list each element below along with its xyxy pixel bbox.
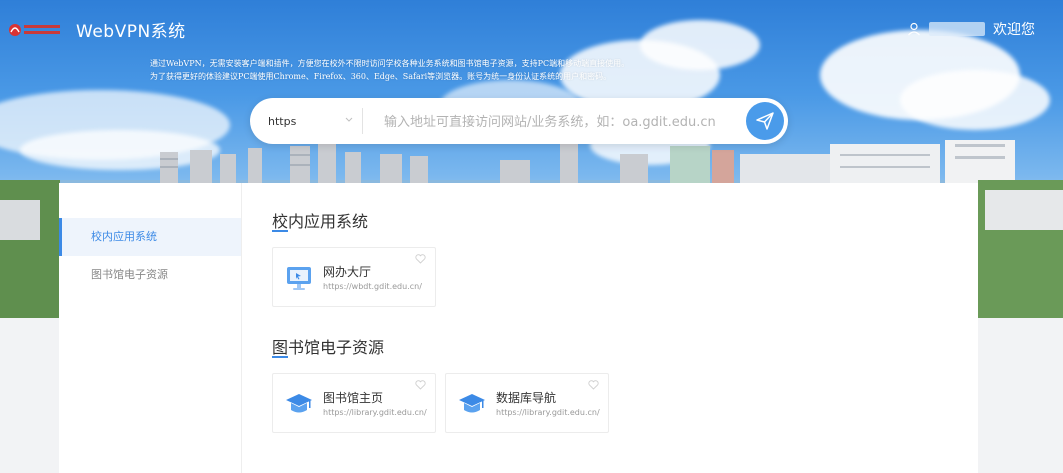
chevron-down-icon xyxy=(345,117,353,122)
user-name-redacted xyxy=(929,22,985,36)
section-title-campus-apps: 校内应用系统 xyxy=(272,212,369,231)
go-button[interactable] xyxy=(746,102,784,140)
app-name: 网办大厅 xyxy=(323,265,372,279)
heart-icon[interactable] xyxy=(415,254,426,264)
app-name: 图书馆主页 xyxy=(323,391,384,405)
divider xyxy=(362,108,363,134)
app-title: WebVPN系统 xyxy=(76,22,186,42)
app-card-library-home[interactable]: 图书馆主页 https://library.gdit.edu.cn/ xyxy=(272,373,436,433)
protocol-value: https xyxy=(268,114,297,128)
top-bar: WebVPN系统 欢迎您 xyxy=(0,0,1063,58)
welcome-text: 欢迎您 xyxy=(993,22,1035,38)
heart-icon[interactable] xyxy=(588,380,599,390)
app-name: 数据库导航 xyxy=(496,391,557,405)
user-menu[interactable]: 欢迎您 xyxy=(907,19,1035,39)
school-logo xyxy=(9,24,60,36)
app-url: https://library.gdit.edu.cn/ xyxy=(496,408,600,417)
app-card-database-nav[interactable]: 数据库导航 https://library.gdit.edu.cn/ xyxy=(445,373,609,433)
protocol-select[interactable]: https xyxy=(268,98,360,144)
usage-notice: 通过WebVPN，无需安装客户端和插件，方便您在校外不限时访问学校各种业务系统和… xyxy=(150,59,630,81)
monitor-icon xyxy=(287,267,311,290)
app-url: https://wbdt.gdit.edu.cn/ xyxy=(323,282,422,291)
section-underline xyxy=(272,230,288,232)
graduation-cap-icon xyxy=(286,394,312,413)
url-input[interactable] xyxy=(382,98,726,146)
graduation-cap-icon xyxy=(459,394,485,413)
sidebar-item-library[interactable]: 图书馆电子资源 xyxy=(59,256,241,294)
cloud xyxy=(900,70,1050,130)
section-underline xyxy=(272,356,288,358)
section-title-library: 图书馆电子资源 xyxy=(272,338,385,357)
user-icon xyxy=(908,22,920,36)
paper-plane-icon xyxy=(756,112,774,130)
sidebar: 校内应用系统 图书馆电子资源 xyxy=(59,183,242,473)
heart-icon[interactable] xyxy=(415,380,426,390)
app-card-wbdt[interactable]: 网办大厅 https://wbdt.gdit.edu.cn/ xyxy=(272,247,436,307)
app-url: https://library.gdit.edu.cn/ xyxy=(323,408,427,417)
url-search-bar: https xyxy=(250,98,788,146)
resource-panel: 校内应用系统 图书馆电子资源 校内应用系统 网办大厅 https://wbdt.… xyxy=(59,183,978,473)
sidebar-item-campus-apps[interactable]: 校内应用系统 xyxy=(59,218,241,256)
